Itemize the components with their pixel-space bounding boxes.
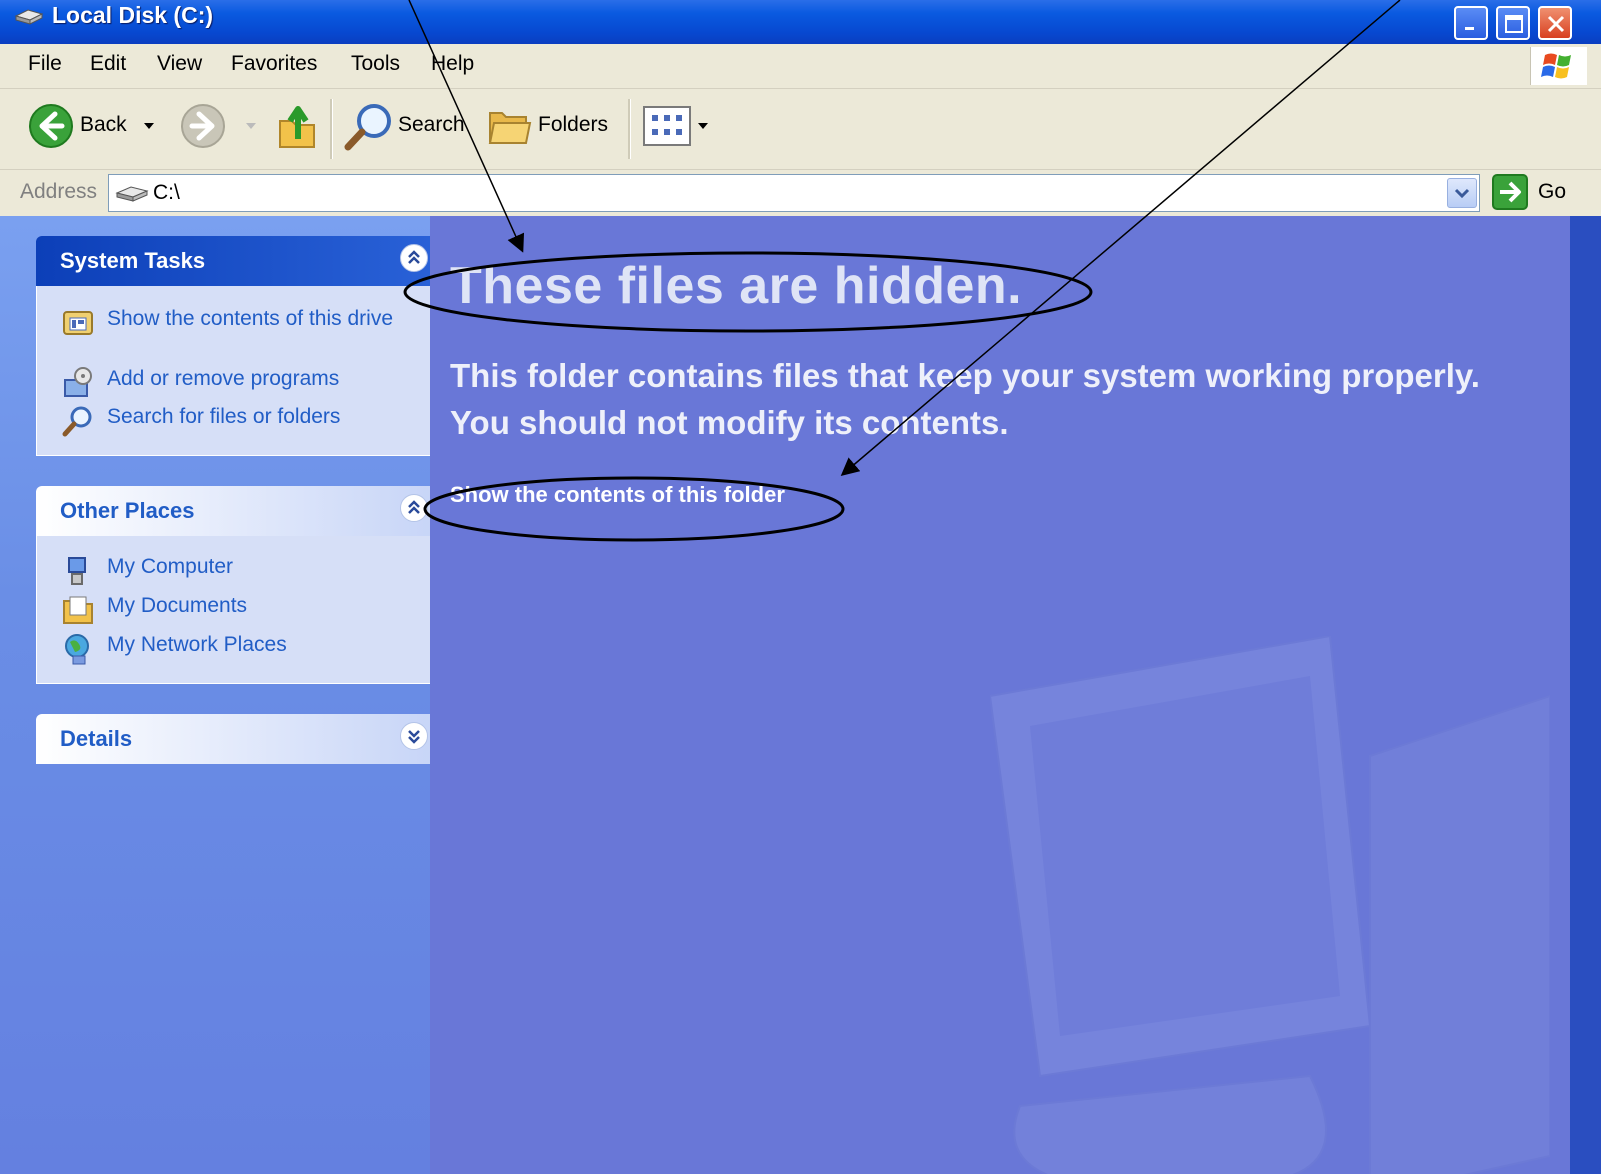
system-tasks-body: Show the contents of this drive Add or r… — [36, 286, 442, 456]
other-places-panel: Other Places My Computer My Documents My… — [36, 486, 442, 684]
chevron-down-icon — [1454, 188, 1470, 199]
my-computer-icon — [68, 557, 86, 585]
expand-button[interactable] — [400, 722, 428, 750]
hidden-files-message: This folder contains files that keep you… — [450, 352, 1480, 446]
toolbar-separator — [330, 99, 333, 159]
panel-title: Other Places — [60, 498, 195, 523]
search-button-label[interactable]: Search — [398, 113, 465, 137]
up-folder-icon[interactable] — [274, 99, 320, 153]
address-label: Address — [20, 180, 98, 203]
other-places-body: My Computer My Documents My Network Plac… — [36, 536, 442, 684]
search-magnifier-icon[interactable] — [342, 101, 394, 153]
menu-bar: File Edit View Favorites Tools Help — [0, 44, 1601, 89]
window-title: Local Disk (C:) — [52, 2, 214, 28]
menu-file[interactable]: File — [28, 52, 62, 76]
collapse-button[interactable] — [400, 244, 428, 272]
search-icon — [62, 406, 92, 437]
task-label: Show the contents of this drive — [107, 307, 393, 330]
toolbar-separator — [628, 99, 631, 159]
task-pane: System Tasks Show the contents of this d… — [0, 216, 442, 1174]
explorer-window: Local Disk (C:) File Edit View Favorites… — [0, 0, 1601, 1174]
hidden-files-title: These files are hidden. — [450, 257, 1023, 315]
my-network-places-icon — [65, 634, 89, 665]
windows-flag-icon — [1541, 53, 1571, 79]
chevron-down-icon — [408, 730, 420, 744]
minimize-icon — [1465, 27, 1474, 30]
menu-tools[interactable]: Tools — [351, 52, 400, 76]
place-label: My Network Places — [107, 633, 287, 656]
menu-view[interactable]: View — [157, 52, 202, 76]
details-header[interactable]: Details — [36, 714, 442, 764]
system-tasks-header[interactable]: System Tasks — [36, 236, 442, 286]
drive-contents-icon — [63, 311, 93, 335]
maximize-icon — [1505, 15, 1523, 33]
title-bar[interactable]: Local Disk (C:) — [0, 0, 1601, 44]
panel-title: Details — [60, 726, 133, 751]
details-panel: Details — [36, 714, 442, 764]
back-arrow-icon[interactable] — [28, 103, 74, 149]
forward-arrow-icon[interactable] — [180, 103, 226, 149]
computer-watermark-icon — [990, 636, 1550, 1174]
task-label: Add or remove programs — [107, 367, 340, 390]
chevron-up-icon — [408, 500, 420, 514]
system-tasks-panel: System Tasks Show the contents of this d… — [36, 236, 442, 456]
window-border — [1570, 216, 1601, 1174]
minimize-button[interactable] — [1454, 6, 1488, 40]
address-value: C:\ — [153, 181, 180, 204]
go-button[interactable]: Go — [1492, 174, 1592, 212]
collapse-button[interactable] — [400, 494, 428, 522]
folder-content-area: These files are hidden. This folder cont… — [430, 216, 1570, 1174]
back-button-label[interactable]: Back — [80, 113, 127, 137]
address-input[interactable]: C:\ — [108, 174, 1480, 212]
maximize-button[interactable] — [1496, 6, 1530, 40]
my-documents-icon — [63, 596, 93, 624]
folders-icon[interactable] — [486, 103, 534, 149]
add-remove-programs-icon — [64, 367, 92, 397]
address-bar: Address C:\ Go — [0, 170, 1601, 216]
back-dropdown-icon[interactable] — [142, 121, 156, 131]
folders-button-label[interactable]: Folders — [538, 113, 608, 137]
standard-toolbar: Back Search Folders — [0, 89, 1601, 170]
show-folder-contents-link[interactable]: Show the contents of this folder — [450, 482, 785, 508]
drive-icon — [115, 186, 149, 202]
task-label: Search for files or folders — [107, 405, 341, 428]
address-dropdown-button[interactable] — [1447, 178, 1477, 208]
forward-dropdown-icon[interactable] — [244, 121, 258, 131]
panel-title: System Tasks — [60, 248, 206, 273]
go-arrow-icon — [1492, 174, 1528, 210]
drive-icon — [14, 9, 44, 25]
close-button[interactable] — [1538, 6, 1572, 40]
go-button-label: Go — [1538, 180, 1567, 203]
menu-help[interactable]: Help — [431, 52, 474, 76]
chevron-up-icon — [408, 250, 420, 264]
close-icon — [1547, 15, 1565, 33]
message-line: This folder contains files that keep you… — [450, 357, 1480, 394]
menu-edit[interactable]: Edit — [90, 52, 126, 76]
window-chrome: File Edit View Favorites Tools Help Back… — [0, 44, 1601, 216]
views-icon[interactable] — [642, 105, 714, 147]
menu-favorites[interactable]: Favorites — [231, 52, 317, 76]
place-label: My Documents — [107, 594, 248, 617]
message-line: You should not modify its contents. — [450, 404, 1009, 441]
other-places-header[interactable]: Other Places — [36, 486, 442, 536]
place-label: My Computer — [107, 555, 234, 578]
windows-logo — [1530, 47, 1587, 85]
